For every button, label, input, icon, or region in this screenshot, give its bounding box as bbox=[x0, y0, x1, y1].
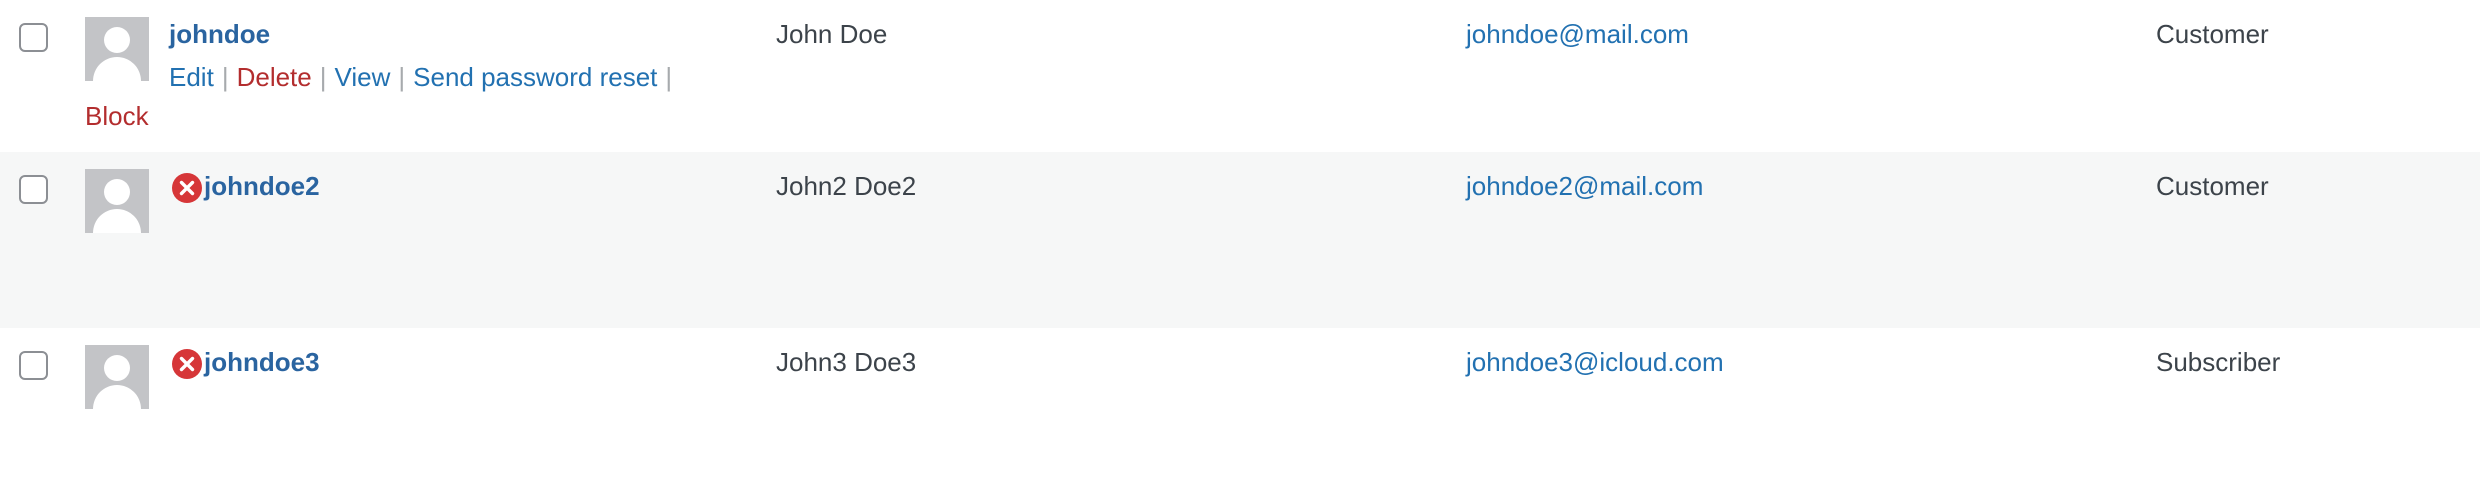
username-link[interactable]: johndoe bbox=[169, 17, 270, 51]
row-select-checkbox[interactable] bbox=[19, 351, 48, 380]
table-row: johndoe Edit | Delete | View | Send password r… bbox=[0, 0, 2480, 152]
default-avatar-icon bbox=[85, 345, 149, 409]
blocked-x-circle-icon bbox=[172, 173, 202, 203]
row-select-checkbox[interactable] bbox=[19, 175, 48, 204]
users-table: johndoe Edit | Delete | View | Send password r… bbox=[0, 0, 2480, 504]
block-link[interactable]: Block bbox=[85, 99, 149, 133]
username-link[interactable]: johndoe2 bbox=[204, 169, 320, 203]
action-separator: | bbox=[398, 62, 406, 92]
user-email-link[interactable]: johndoe@mail.com bbox=[1466, 17, 1689, 51]
action-separator: | bbox=[319, 62, 327, 92]
user-full-name: John2 Doe2 bbox=[776, 171, 917, 201]
view-link[interactable]: View bbox=[335, 62, 391, 92]
blocked-x-circle-icon bbox=[172, 349, 202, 379]
user-full-name: John Doe bbox=[776, 19, 888, 49]
action-separator: | bbox=[221, 62, 229, 92]
user-role: Customer bbox=[2156, 19, 2269, 49]
default-avatar-icon bbox=[85, 17, 149, 81]
action-separator: | bbox=[665, 62, 673, 92]
user-role: Customer bbox=[2156, 171, 2269, 201]
table-row: johndoe2 John2 Doe2 johndoe2@mail.com Cu… bbox=[0, 152, 2480, 328]
edit-link[interactable]: Edit bbox=[169, 62, 214, 92]
send-password-reset-link[interactable]: Send password reset bbox=[413, 62, 657, 92]
user-email-link[interactable]: johndoe2@mail.com bbox=[1466, 169, 1703, 203]
row-actions: Edit | Delete | View | Send password reset | bbox=[169, 60, 680, 94]
user-role: Subscriber bbox=[2156, 347, 2281, 377]
user-email-link[interactable]: johndoe3@icloud.com bbox=[1466, 345, 1724, 379]
table-row: johndoe3 John3 Doe3 johndoe3@icloud.com … bbox=[0, 328, 2480, 504]
row-select-checkbox[interactable] bbox=[19, 23, 48, 52]
user-full-name: John3 Doe3 bbox=[776, 347, 917, 377]
default-avatar-icon bbox=[85, 169, 149, 233]
delete-link[interactable]: Delete bbox=[237, 62, 312, 92]
username-link[interactable]: johndoe3 bbox=[204, 345, 320, 379]
